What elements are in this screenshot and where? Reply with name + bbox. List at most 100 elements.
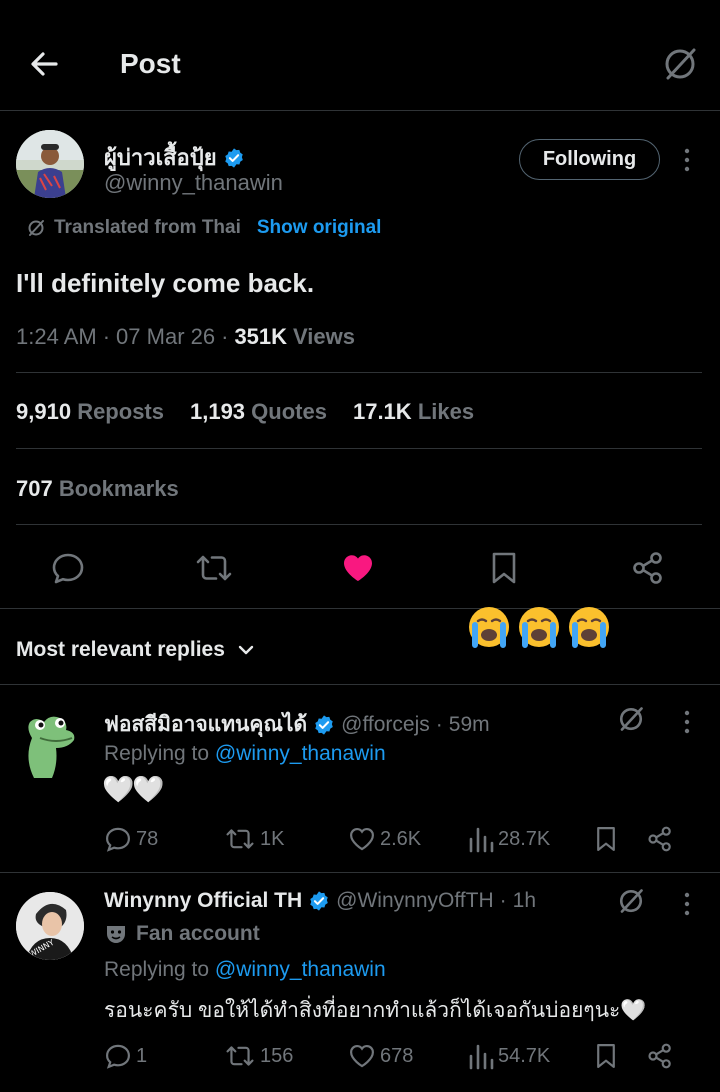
like-icon — [344, 555, 372, 581]
grok-icon — [665, 48, 696, 80]
reply-handle[interactable]: @WinynnyOffTH — [336, 889, 493, 913]
theater-mask-icon — [107, 926, 125, 943]
post-stats: 9,910 Reposts 1,193 Quotes 17.1K Likes — [16, 399, 474, 425]
reply-handle[interactable]: @fforcejs — [341, 713, 430, 737]
post-time: 1:24 AM — [16, 324, 97, 349]
reply-share-button[interactable] — [646, 1041, 676, 1071]
back-arrow-icon — [31, 52, 58, 76]
grok-icon — [619, 889, 643, 913]
divider — [0, 684, 720, 685]
repost-icon — [196, 555, 232, 581]
reply-header: Winynny Official TH @WinynnyOffTH · 1h — [104, 889, 536, 913]
views-count: 351K — [234, 324, 288, 349]
like-icon — [350, 1044, 374, 1068]
bookmark-icon — [492, 552, 516, 584]
crying-emoji-icon — [469, 607, 509, 648]
replies-sort-dropdown[interactable]: Most relevant replies — [16, 638, 257, 662]
fan-account-badge: Fan account — [104, 922, 260, 946]
more-icon — [684, 892, 690, 916]
divider — [16, 448, 702, 449]
translation-row: Translated from Thai Show original — [26, 217, 381, 239]
reply-grok-button[interactable] — [616, 886, 646, 916]
repost-icon — [226, 829, 254, 849]
reply-reply-button[interactable]: 78 — [104, 825, 224, 853]
views-icon — [469, 1044, 494, 1070]
avatar[interactable] — [16, 130, 84, 198]
verified-icon — [315, 714, 333, 735]
reply-bookmark-button[interactable] — [592, 824, 646, 854]
verified-icon — [224, 147, 243, 168]
crying-emoji-icon — [519, 607, 559, 648]
divider — [0, 872, 720, 873]
chevron-down-icon — [238, 645, 254, 655]
reply-actions: 1 156 678 54.7K — [104, 1041, 688, 1071]
reply-author-name[interactable]: ฟอสสีมิอาจแทนคุณได้ — [104, 708, 307, 741]
reply-icon — [52, 553, 84, 584]
reply-repost-button[interactable]: 1K — [224, 825, 348, 853]
replying-to-link[interactable]: @winny_thanawin — [215, 742, 386, 765]
reply-grok-button[interactable] — [616, 704, 646, 734]
post-more-button[interactable] — [678, 146, 696, 174]
grok-button[interactable] — [660, 44, 700, 84]
replies-sort-label: Most relevant replies — [16, 638, 225, 661]
reply-reply-button[interactable]: 1 — [104, 1042, 224, 1070]
following-button[interactable]: Following — [519, 139, 660, 180]
quotes-stat[interactable]: 1,193 Quotes — [190, 399, 327, 425]
reply-share-button[interactable] — [646, 824, 676, 854]
translated-label: Translated from Thai — [54, 217, 241, 238]
reply-more-button[interactable] — [678, 708, 696, 736]
post-metadata: 1:24 AM · 07 Mar 26 · 351K Views — [16, 324, 356, 349]
show-original-link[interactable]: Show original — [257, 217, 382, 239]
more-icon — [684, 148, 690, 172]
page-title: Post — [120, 48, 181, 79]
views-label: Views — [293, 324, 356, 349]
like-button[interactable] — [340, 550, 376, 586]
divider — [0, 608, 720, 609]
post-date: 07 Mar 26 — [116, 324, 216, 349]
reply-bookmark-button[interactable] — [592, 1041, 646, 1071]
author-handle[interactable]: @winny_thanawin — [104, 170, 283, 196]
replying-to-line: Replying to @winny_thanawin — [104, 742, 386, 765]
bookmark-button[interactable] — [486, 550, 522, 586]
reply-like-button[interactable]: 2.6K — [348, 825, 468, 853]
views-icon — [469, 827, 494, 853]
divider — [16, 524, 702, 525]
reply-repost-button[interactable]: 156 — [224, 1042, 348, 1070]
reply-like-button[interactable]: 678 — [348, 1042, 468, 1070]
replying-to-line: Replying to @winny_thanawin — [104, 958, 386, 981]
reply-more-button[interactable] — [678, 890, 696, 918]
bookmarks-stat[interactable]: 707 Bookmarks — [16, 476, 179, 502]
reply-button[interactable] — [50, 550, 86, 586]
repost-button[interactable] — [194, 550, 234, 586]
share-icon — [633, 552, 662, 584]
reply-time: 1h — [512, 889, 536, 912]
like-icon — [350, 827, 374, 851]
share-icon — [648, 1043, 671, 1069]
repost-icon — [226, 1046, 254, 1066]
likes-stat[interactable]: 17.1K Likes — [353, 399, 474, 425]
bookmark-icon — [597, 827, 615, 851]
reply-avatar[interactable] — [16, 708, 82, 780]
share-icon — [648, 826, 671, 852]
grok-icon — [28, 220, 44, 236]
back-button[interactable] — [26, 46, 62, 82]
grok-icon — [619, 707, 643, 731]
reply-icon — [106, 827, 130, 852]
share-button[interactable] — [630, 550, 666, 586]
reply-avatar[interactable]: WINNY — [16, 892, 84, 960]
reply-header: ฟอสสีมิอาจแทนคุณได้ @fforcejs · 59m — [104, 708, 490, 741]
bookmark-icon — [597, 1044, 615, 1068]
replying-to-link[interactable]: @winny_thanawin — [215, 958, 386, 981]
more-icon — [684, 710, 690, 734]
reply-time: 59m — [448, 712, 490, 736]
reply-views-button[interactable]: 28.7K — [468, 825, 592, 853]
reply-text: รอนะครับ ขอให้ได้ทำสิ่งที่อยากทำแล้วก็ได… — [104, 999, 647, 1022]
crying-emoji-icon — [569, 607, 609, 648]
verified-icon — [310, 891, 328, 911]
reply-actions: 78 1K 2.6K 28.7K — [104, 824, 688, 854]
reply-icon — [106, 1044, 130, 1069]
reposts-stat[interactable]: 9,910 Reposts — [16, 399, 164, 425]
reply-views-button[interactable]: 54.7K — [468, 1042, 592, 1070]
reply-author-name[interactable]: Winynny Official TH — [104, 889, 302, 913]
post-text: I'll definitely come back. — [16, 268, 315, 298]
